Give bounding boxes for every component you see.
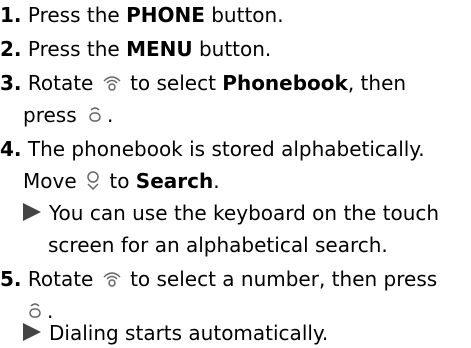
step-text: Rotate: [27, 71, 100, 95]
note-text: Dialing starts automatically.: [49, 321, 329, 345]
bold-term: Phonebook: [222, 71, 348, 95]
step-text: button.: [204, 3, 284, 27]
step-3: 3. Rotate to select Phonebook, then: [0, 68, 406, 100]
step-4-continued: Move to Search.: [23, 166, 220, 198]
step-number: 1.: [0, 3, 22, 27]
step-number: 3.: [0, 71, 22, 95]
step-text: Press the: [27, 3, 127, 27]
bold-term: Search: [135, 169, 214, 193]
instruction-document: 1. Press the PHONE button. 2. Press the …: [0, 0, 471, 345]
move-down-icon: [85, 168, 101, 198]
step-4-note-1: You can use the keyboard on the touch: [23, 198, 439, 228]
step-text: button.: [192, 37, 272, 61]
step-text: , then: [347, 71, 407, 95]
step-text: .: [106, 103, 114, 127]
step-3-continued: press .: [23, 100, 113, 132]
bold-term: PHONE: [126, 3, 205, 27]
step-4: 4. The phonebook is stored alphabeticall…: [0, 134, 425, 164]
step-text: Rotate: [27, 267, 100, 291]
step-text: Move: [23, 169, 83, 193]
step-text: to select: [123, 71, 223, 95]
bold-term: MENU: [126, 37, 193, 61]
press-icon: [85, 102, 105, 132]
step-5: 5. Rotate to select a number, then press: [0, 264, 437, 296]
step-5-note-1: Dialing starts automatically.: [23, 318, 328, 348]
step-text: Press the: [27, 37, 127, 61]
step-text: The phonebook is stored alphabetically.: [27, 137, 425, 161]
step-text: .: [213, 169, 220, 193]
step-number: 5.: [0, 267, 22, 291]
rotate-icon: [102, 266, 122, 296]
step-text: press: [23, 103, 77, 127]
note-text: screen for an alphabetical search.: [48, 233, 388, 257]
step-4-note-2: screen for an alphabetical search.: [48, 230, 388, 260]
step-number: 2.: [0, 37, 22, 61]
step-text: to: [103, 169, 136, 193]
step-number: 4.: [0, 137, 22, 161]
step-1: 1. Press the PHONE button.: [0, 0, 284, 30]
step-2: 2. Press the MENU button.: [0, 34, 271, 64]
note-text: You can use the keyboard on the touch: [49, 201, 440, 225]
rotate-icon: [102, 70, 122, 100]
bullet-arrow-icon: [23, 323, 41, 341]
bullet-arrow-icon: [23, 203, 41, 221]
step-text: to select a number, then press: [123, 267, 438, 291]
